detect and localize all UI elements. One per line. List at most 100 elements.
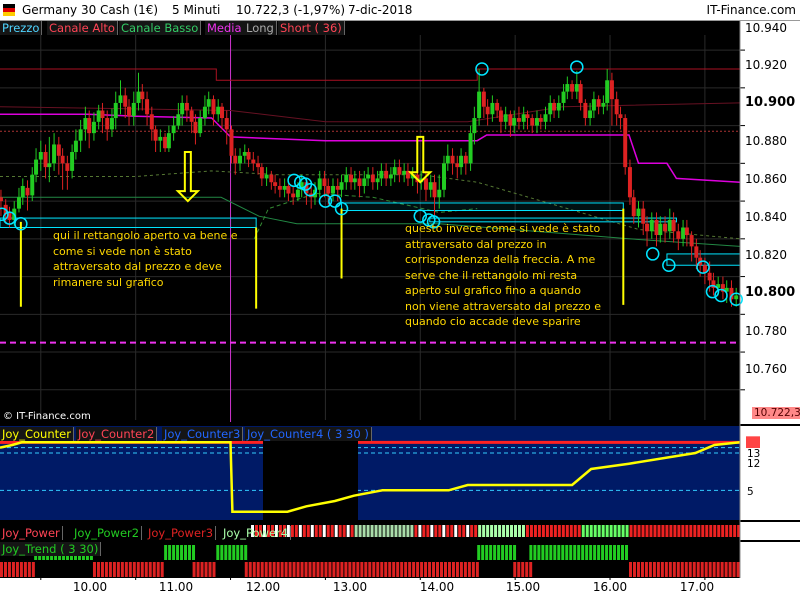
trend-bar-up (497, 545, 501, 560)
trend-bar-down (652, 562, 656, 577)
trend-bar-down (644, 562, 648, 577)
legend-long[interactable]: Long (244, 21, 277, 35)
trend-bar-down (712, 562, 716, 577)
trend-bar-down (316, 562, 320, 577)
legend-joy-power2[interactable]: Joy_Power2 (72, 526, 143, 540)
candle-body (163, 136, 168, 149)
power-bar (290, 525, 294, 537)
power-bar (490, 525, 494, 537)
support-box (666, 253, 741, 266)
legend-price[interactable]: Prezzo (0, 21, 43, 35)
trend-bar-up (565, 545, 569, 560)
trend-bar-up (477, 545, 481, 560)
note-right-line: corrispondenza della freccia. A me (405, 253, 596, 266)
note-right-line: aperto sul grafico fino a quando (405, 284, 581, 297)
legend-joy-power3[interactable]: Joy_Power3 (146, 526, 217, 540)
candle-body (516, 118, 521, 122)
trend-bar-down (112, 562, 116, 577)
trend-bar-up (216, 545, 220, 560)
trend-bar-down (716, 562, 720, 577)
trend-bar-down (444, 562, 447, 577)
power-bar (378, 525, 382, 537)
candle-body (570, 84, 575, 92)
trend-bar-up (501, 545, 505, 560)
trend-bar-down (292, 562, 296, 577)
power-bar (346, 525, 350, 537)
candle-body (468, 133, 473, 164)
candle-body (402, 170, 407, 175)
support-box (341, 202, 624, 212)
candle-body (649, 219, 654, 232)
legend-joy-power[interactable]: Joy_Power (0, 526, 63, 540)
trend-bar-down (455, 562, 459, 577)
power-bar (657, 525, 661, 537)
trend-bar-down (352, 562, 356, 577)
power-bar (629, 525, 633, 537)
trend-bar-down (384, 562, 388, 577)
legend-joy-counter2[interactable]: Joy_Counter2 (76, 427, 158, 441)
trend-bar-down (152, 562, 156, 577)
candle-body (667, 219, 672, 232)
power-bar (665, 525, 669, 537)
trend-bar-down (467, 562, 471, 577)
support-box (0, 217, 257, 228)
note-left-line: come si vede non è stato (53, 244, 192, 258)
legend-short[interactable]: Short ( 36) (278, 21, 345, 35)
legend-joy-trend[interactable]: Joy_Trend ( 3 30) (0, 542, 102, 556)
trend-bar-down (3, 562, 7, 577)
trend-bar-down (447, 562, 451, 577)
trend-bar-down (264, 562, 268, 577)
candle-body (113, 102, 118, 119)
trend-bar-down (27, 562, 31, 577)
power-bar (637, 525, 641, 537)
candle-body (251, 159, 256, 164)
candle-body (623, 118, 628, 168)
trend-bar-down (212, 562, 216, 577)
trend-bar-up (224, 545, 228, 560)
candle-body (481, 91, 486, 107)
candle-body (512, 118, 517, 126)
x-tick-label: 16.00 (592, 580, 628, 594)
legend-joy-counter[interactable]: Joy_Counter (0, 427, 74, 441)
power-bar (693, 525, 697, 537)
trend-bar-up (553, 545, 557, 560)
power-bar (701, 525, 705, 537)
legend-low-channel[interactable]: Canale Basso (119, 21, 202, 35)
candle-body (591, 99, 596, 111)
power-bar (709, 525, 713, 537)
candle-body (145, 99, 150, 115)
legend-joy-counter3[interactable]: Joy_Counter3 (162, 427, 244, 441)
counter-reset-zone (263, 440, 358, 520)
candle-body (43, 152, 48, 168)
trend-bar-up (509, 545, 513, 560)
legend-high-channel[interactable]: Canale Alto (47, 21, 118, 35)
candle-body (689, 235, 694, 247)
trend-bar-down (268, 562, 272, 577)
legend-mean[interactable]: Media (205, 21, 245, 35)
note-left: qui il rettangolo aperto va bene e come … (53, 228, 238, 290)
counter-label-5: 5 (745, 486, 756, 498)
power-bar (306, 525, 310, 537)
trend-bar-up (537, 545, 541, 560)
legend-joy-power4[interactable]: Joy_Power4 (221, 526, 292, 540)
power-bar (398, 525, 402, 537)
note-right-line: quando cio accade deve sparire (405, 315, 581, 328)
trend-bar-down (680, 562, 684, 577)
trend-bar-down (11, 562, 15, 577)
power-bar (541, 525, 545, 537)
candle-body (392, 167, 397, 175)
candle-body (30, 174, 35, 196)
trend-bar-down (368, 562, 372, 577)
legend-joy-counter4[interactable]: Joy_Counter4 ( 3 30 ) (245, 427, 372, 441)
candle-body (127, 106, 132, 117)
y-tick-label: 10.800 (745, 285, 796, 300)
power-bar (617, 525, 621, 537)
x-tick-label: 10.00 (72, 580, 108, 594)
trend-bar-down (708, 562, 712, 577)
candle-body (96, 110, 101, 122)
trend-bar-down (192, 562, 196, 577)
trend-bar-down (288, 562, 292, 577)
candle-body (530, 118, 535, 126)
trend-bar-down (96, 562, 100, 577)
trend-bar-down (140, 562, 144, 577)
